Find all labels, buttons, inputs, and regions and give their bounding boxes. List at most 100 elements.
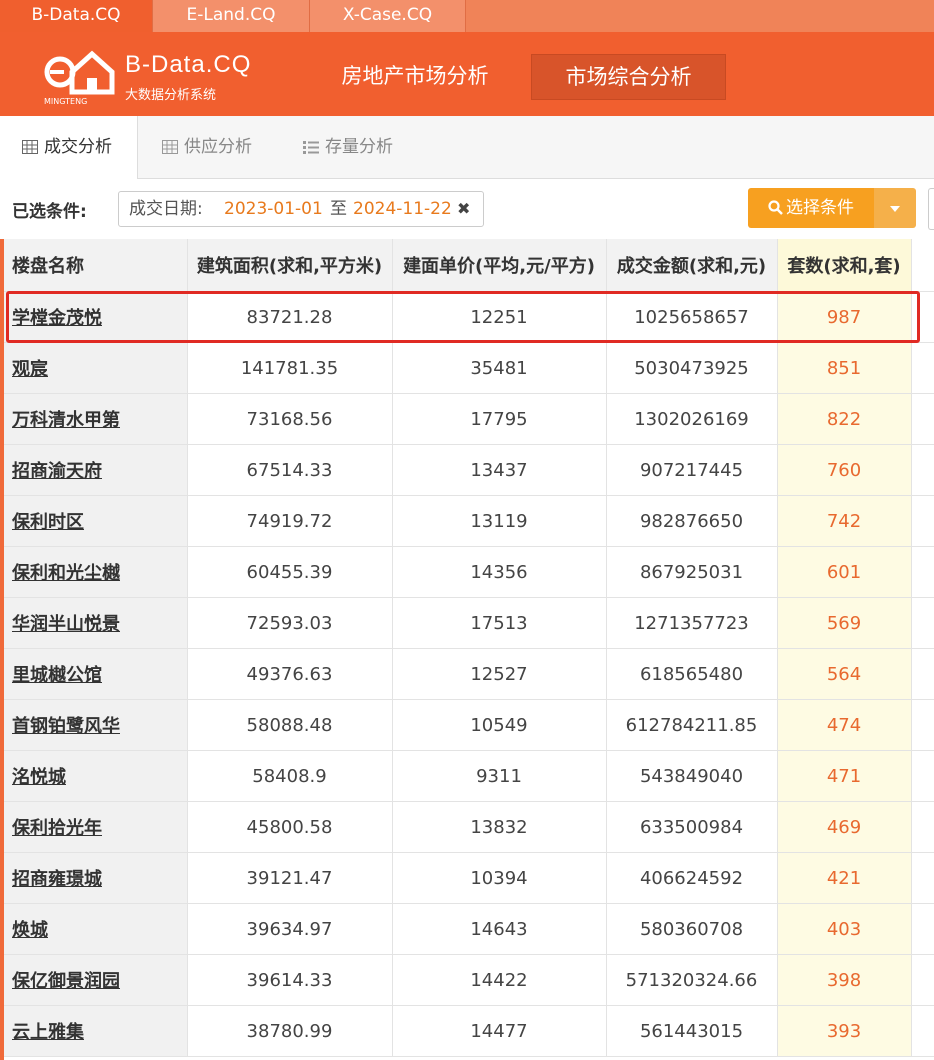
remove-filter-icon[interactable]: ✖ bbox=[457, 192, 470, 226]
project-name-link[interactable]: 招商雍璟城 bbox=[0, 852, 188, 904]
app-tab-xcase[interactable]: X-Case.CQ bbox=[310, 0, 466, 32]
blank-cell bbox=[911, 750, 934, 802]
app-tab-bdata[interactable]: B-Data.CQ bbox=[0, 0, 153, 32]
col-header-project[interactable]: 楼盘名称 bbox=[0, 239, 188, 292]
amount-cell: 618565480 bbox=[606, 648, 778, 700]
select-conditions-label: 选择条件 bbox=[786, 198, 854, 218]
units-cell: 469 bbox=[777, 801, 912, 853]
col-header-blank bbox=[911, 239, 934, 292]
units-cell: 471 bbox=[777, 750, 912, 802]
table-row[interactable]: 洺悦城 58408.9 9311 543849040 471 bbox=[0, 750, 934, 802]
blank-cell bbox=[911, 801, 934, 853]
grid-icon bbox=[162, 140, 178, 154]
blank-cell bbox=[911, 699, 934, 751]
units-cell: 403 bbox=[777, 903, 912, 955]
col-header-area[interactable]: 建筑面积(求和,平方米) bbox=[187, 239, 393, 292]
transaction-table: 楼盘名称 建筑面积(求和,平方米) 建面单价(平均,元/平方) 成交金额(求和,… bbox=[0, 239, 934, 1057]
amount-cell: 612784211.85 bbox=[606, 699, 778, 751]
project-name-link[interactable]: 焕城 bbox=[0, 903, 188, 955]
units-cell: 851 bbox=[777, 342, 912, 394]
project-name-link[interactable]: 华润半山悦景 bbox=[0, 597, 188, 649]
unit-price-cell: 17513 bbox=[392, 597, 607, 649]
project-name-link[interactable]: 洺悦城 bbox=[0, 750, 188, 802]
analysis-tabs: 成交分析 供应分析 存量分析 bbox=[0, 116, 934, 179]
units-cell: 742 bbox=[777, 495, 912, 547]
amount-cell: 867925031 bbox=[606, 546, 778, 598]
table-row[interactable]: 保利拾光年 45800.58 13832 633500984 469 bbox=[0, 801, 934, 853]
unit-price-cell: 14477 bbox=[392, 1005, 607, 1057]
table-row[interactable]: 华润半山悦景 72593.03 17513 1271357723 569 bbox=[0, 597, 934, 649]
nav-real-estate-market[interactable]: 房地产市场分析 bbox=[322, 54, 508, 98]
data-table-container: 楼盘名称 建筑面积(求和,平方米) 建面单价(平均,元/平方) 成交金额(求和,… bbox=[0, 239, 934, 1060]
project-name-link[interactable]: 首钢铂鹭风华 bbox=[0, 699, 188, 751]
amount-cell: 561443015 bbox=[606, 1005, 778, 1057]
select-conditions-button[interactable]: 选择条件 bbox=[748, 188, 874, 228]
app-tab-eland[interactable]: E-Land.CQ bbox=[153, 0, 310, 32]
units-cell: 822 bbox=[777, 393, 912, 445]
unit-price-cell: 13437 bbox=[392, 444, 607, 496]
project-name-link[interactable]: 保亿御景润园 bbox=[0, 954, 188, 1006]
blank-cell bbox=[911, 852, 934, 904]
search-icon bbox=[768, 200, 783, 215]
select-dropdown-button[interactable] bbox=[874, 188, 916, 228]
amount-cell: 406624592 bbox=[606, 852, 778, 904]
table-row[interactable]: 保利时区 74919.72 13119 982876650 742 bbox=[0, 495, 934, 547]
project-name-link[interactable]: 保利时区 bbox=[0, 495, 188, 547]
units-cell: 569 bbox=[777, 597, 912, 649]
project-name-link[interactable]: 云上雅集 bbox=[0, 1005, 188, 1057]
project-name-link[interactable]: 招商渝天府 bbox=[0, 444, 188, 496]
table-row[interactable]: 招商雍璟城 39121.47 10394 406624592 421 bbox=[0, 852, 934, 904]
col-header-amount[interactable]: 成交金额(求和,元) bbox=[606, 239, 778, 292]
area-cell: 58408.9 bbox=[187, 750, 393, 802]
col-header-unit-price[interactable]: 建面单价(平均,元/平方) bbox=[392, 239, 607, 292]
amount-cell: 5030473925 bbox=[606, 342, 778, 394]
unit-price-cell: 13119 bbox=[392, 495, 607, 547]
chip-start-date: 2023-01-01 bbox=[224, 199, 323, 219]
grid-icon bbox=[22, 140, 38, 154]
table-row[interactable]: 云上雅集 38780.99 14477 561443015 393 bbox=[0, 1005, 934, 1057]
highlight-box bbox=[6, 291, 920, 343]
left-accent-line bbox=[0, 239, 4, 1060]
area-cell: 58088.48 bbox=[187, 699, 393, 751]
filter-bar: 已选条件: 成交日期: 2023-01-01 至 2024-11-22 ✖ 选择… bbox=[0, 179, 934, 239]
unit-price-cell: 9311 bbox=[392, 750, 607, 802]
col-header-units[interactable]: 套数(求和,套) bbox=[777, 239, 912, 292]
tab-label: 成交分析 bbox=[44, 137, 112, 157]
blank-cell bbox=[911, 444, 934, 496]
chip-key: 成交日期: bbox=[129, 199, 203, 219]
table-header-row: 楼盘名称 建筑面积(求和,平方米) 建面单价(平均,元/平方) 成交金额(求和,… bbox=[0, 239, 934, 292]
chevron-down-icon bbox=[890, 206, 900, 212]
units-cell: 474 bbox=[777, 699, 912, 751]
blank-cell bbox=[911, 393, 934, 445]
table-row[interactable]: 首钢铂鹭风华 58088.48 10549 612784211.85 474 bbox=[0, 699, 934, 751]
amount-cell: 907217445 bbox=[606, 444, 778, 496]
toolbar-edge-button[interactable] bbox=[928, 188, 934, 230]
nav-market-overview[interactable]: 市场综合分析 bbox=[531, 54, 726, 100]
table-row[interactable]: 里城樾公馆 49376.63 12527 618565480 564 bbox=[0, 648, 934, 700]
project-name-link[interactable]: 万科清水甲第 bbox=[0, 393, 188, 445]
tab-transaction-analysis[interactable]: 成交分析 bbox=[0, 116, 138, 179]
tab-label: 供应分析 bbox=[184, 137, 252, 157]
table-row[interactable]: 万科清水甲第 73168.56 17795 1302026169 822 bbox=[0, 393, 934, 445]
project-name-link[interactable]: 保利和光尘樾 bbox=[0, 546, 188, 598]
tab-inventory-analysis[interactable]: 存量分析 bbox=[303, 116, 393, 178]
unit-price-cell: 10394 bbox=[392, 852, 607, 904]
project-name-link[interactable]: 保利拾光年 bbox=[0, 801, 188, 853]
table-row[interactable]: 招商渝天府 67514.33 13437 907217445 760 bbox=[0, 444, 934, 496]
app-tab-bar: B-Data.CQ E-Land.CQ X-Case.CQ bbox=[0, 0, 934, 32]
blank-cell bbox=[911, 954, 934, 1006]
units-cell: 601 bbox=[777, 546, 912, 598]
tab-supply-analysis[interactable]: 供应分析 bbox=[162, 116, 252, 178]
amount-cell: 1271357723 bbox=[606, 597, 778, 649]
table-row[interactable]: 观宸 141781.35 35481 5030473925 851 bbox=[0, 342, 934, 394]
table-row[interactable]: 保亿御景润园 39614.33 14422 571320324.66 398 bbox=[0, 954, 934, 1006]
area-cell: 72593.03 bbox=[187, 597, 393, 649]
date-filter-chip[interactable]: 成交日期: 2023-01-01 至 2024-11-22 ✖ bbox=[118, 191, 484, 227]
project-name-link[interactable]: 观宸 bbox=[0, 342, 188, 394]
area-cell: 39121.47 bbox=[187, 852, 393, 904]
brand-subtitle: 大数据分析系统 bbox=[125, 88, 217, 103]
project-name-link[interactable]: 里城樾公馆 bbox=[0, 648, 188, 700]
table-row[interactable]: 保利和光尘樾 60455.39 14356 867925031 601 bbox=[0, 546, 934, 598]
table-row[interactable]: 焕城 39634.97 14643 580360708 403 bbox=[0, 903, 934, 955]
units-cell: 398 bbox=[777, 954, 912, 1006]
